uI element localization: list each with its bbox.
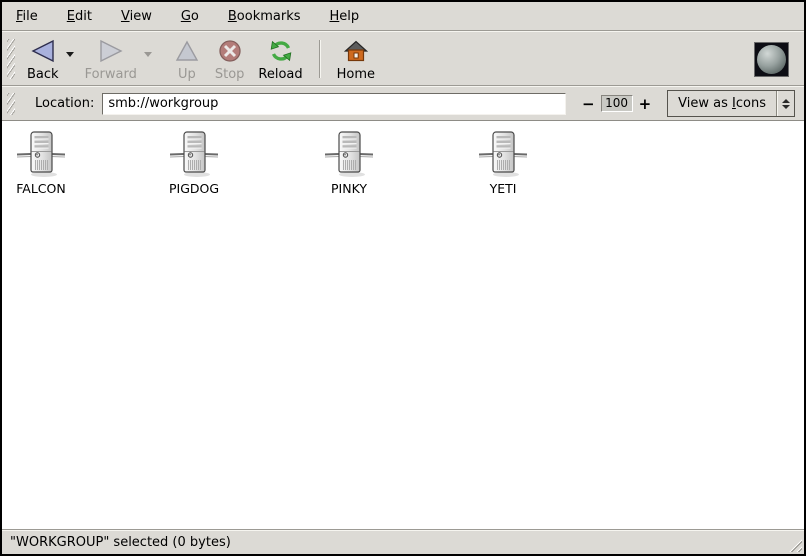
up-button[interactable]: Up [166, 34, 208, 84]
menu-view[interactable]: View [111, 4, 162, 29]
resize-grip[interactable] [785, 535, 802, 552]
forward-button[interactable]: Forward [78, 34, 144, 84]
forward-label: Forward [85, 67, 137, 82]
stop-label: Stop [215, 67, 245, 82]
network-host-yeti[interactable]: YETI [464, 130, 542, 196]
view-mode-dropdown[interactable]: View as Icons [667, 90, 795, 117]
file-view[interactable]: FALCON PIGDOG PINKY YETI [2, 120, 804, 529]
location-bar: Location: − 100 + View as Icons [2, 87, 804, 120]
stop-button[interactable]: Stop [208, 34, 252, 84]
zoom-level-indicator: 100 [601, 95, 633, 112]
zoom-in-button[interactable]: + [633, 95, 658, 113]
file-manager-window: File Edit View Go Bookmarks Help Back Fo… [0, 0, 806, 556]
server-icon [479, 130, 527, 178]
stop-icon [218, 36, 242, 66]
view-mode-prefix: View as [678, 96, 732, 111]
home-label: Home [337, 67, 375, 82]
menu-bookmarks[interactable]: Bookmarks [218, 4, 311, 29]
host-name: FALCON [16, 181, 65, 196]
location-input[interactable] [102, 93, 566, 115]
menu-help[interactable]: Help [320, 4, 370, 29]
forward-arrow-icon [98, 36, 124, 66]
menu-file[interactable]: File [6, 4, 48, 29]
server-icon [17, 130, 65, 178]
view-mode-word: Icons [732, 96, 766, 111]
toolbar: Back Forward Up Stop [2, 32, 804, 85]
menu-bar: File Edit View Go Bookmarks Help [2, 2, 804, 30]
network-host-falcon[interactable]: FALCON [2, 130, 80, 196]
location-bar-drag-handle[interactable] [7, 93, 15, 115]
sphere [757, 45, 786, 74]
reload-label: Reload [258, 67, 302, 82]
up-arrow-icon [175, 36, 199, 66]
server-icon [170, 130, 218, 178]
host-name: PINKY [331, 181, 367, 196]
up-label: Up [178, 67, 196, 82]
status-text: "WORKGROUP" selected (0 bytes) [10, 535, 231, 550]
menu-edit[interactable]: Edit [57, 4, 102, 29]
server-icon [325, 130, 373, 178]
host-name: YETI [490, 181, 517, 196]
back-arrow-icon [30, 36, 56, 66]
toolbar-drag-handle[interactable] [7, 39, 15, 79]
menu-go[interactable]: Go [171, 4, 209, 29]
network-host-pinky[interactable]: PINKY [310, 130, 388, 196]
reload-icon [269, 36, 293, 66]
back-history-dropdown-icon[interactable] [66, 52, 74, 57]
back-label: Back [27, 67, 59, 82]
home-button[interactable]: Home [330, 34, 382, 84]
network-host-pigdog[interactable]: PIGDOG [155, 130, 233, 196]
dropdown-arrows-icon [777, 99, 794, 109]
zoom-out-button[interactable]: − [576, 95, 601, 113]
toolbar-separator [319, 40, 321, 78]
back-button[interactable]: Back [20, 34, 66, 84]
host-name: PIGDOG [169, 181, 219, 196]
reload-button[interactable]: Reload [251, 34, 309, 84]
forward-history-dropdown-icon[interactable] [144, 52, 152, 57]
home-icon [344, 36, 368, 66]
status-bar: "WORKGROUP" selected (0 bytes) [2, 529, 804, 554]
throbber-sphere-icon [754, 42, 789, 77]
location-label: Location: [35, 96, 94, 111]
view-mode-label: View as Icons [668, 96, 776, 111]
